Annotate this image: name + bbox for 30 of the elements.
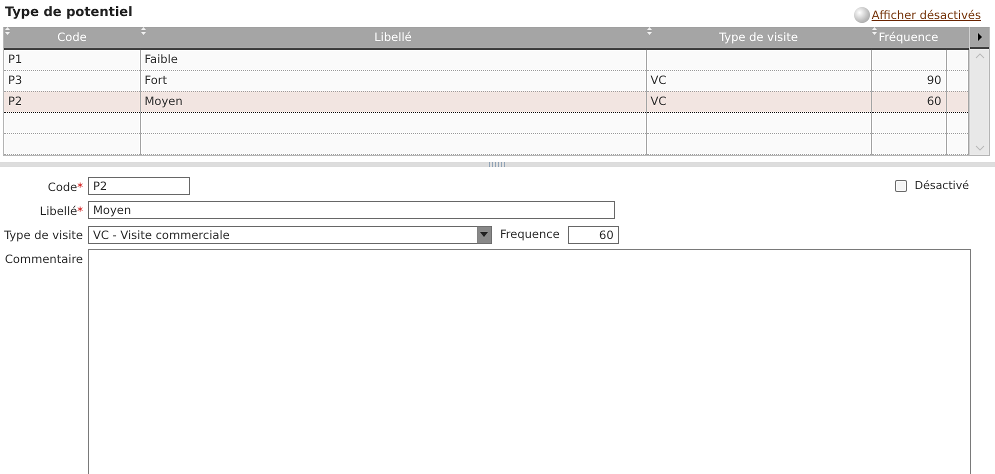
- table-cell: Fort: [144, 72, 167, 87]
- sphere-icon: [854, 7, 870, 24]
- scroll-up-icon[interactable]: [974, 53, 984, 59]
- field-label: Type de visite: [4, 228, 83, 242]
- table-cell: P3: [8, 72, 22, 87]
- field-label: Libellé*: [40, 204, 83, 218]
- table-cell: Faible: [144, 52, 178, 66]
- table-cell: VC: [650, 72, 666, 87]
- table-cell: 60: [926, 94, 942, 108]
- code-field[interactable]: P2: [88, 176, 190, 194]
- frequence-field[interactable]: 60: [568, 226, 619, 244]
- table-cell: P1: [8, 52, 22, 66]
- type-dropdown[interactable]: VC - Visite commerciale: [88, 226, 492, 244]
- table-cell: P2: [8, 94, 22, 108]
- comment-field[interactable]: [88, 249, 971, 474]
- scroll-down-icon[interactable]: [974, 144, 984, 150]
- field-label: Frequence: [500, 226, 560, 243]
- table-cell: VC: [650, 94, 666, 108]
- libelle-field[interactable]: Moyen: [88, 200, 615, 219]
- arrow-icon: [976, 33, 982, 41]
- checkbox[interactable]: [894, 180, 907, 192]
- caret-icon: [480, 232, 488, 238]
- table-cell: 90: [926, 72, 942, 87]
- checkbox-label: Désactivé: [914, 178, 969, 194]
- sort-icon[interactable]: [5, 27, 10, 35]
- scrollbar[interactable]: [969, 27, 989, 154]
- field-label: Commentaire: [4, 252, 83, 266]
- page-title: Type de potentiel: [5, 4, 133, 22]
- field-label: Code*: [48, 180, 83, 194]
- table-cell: Moyen: [144, 94, 183, 108]
